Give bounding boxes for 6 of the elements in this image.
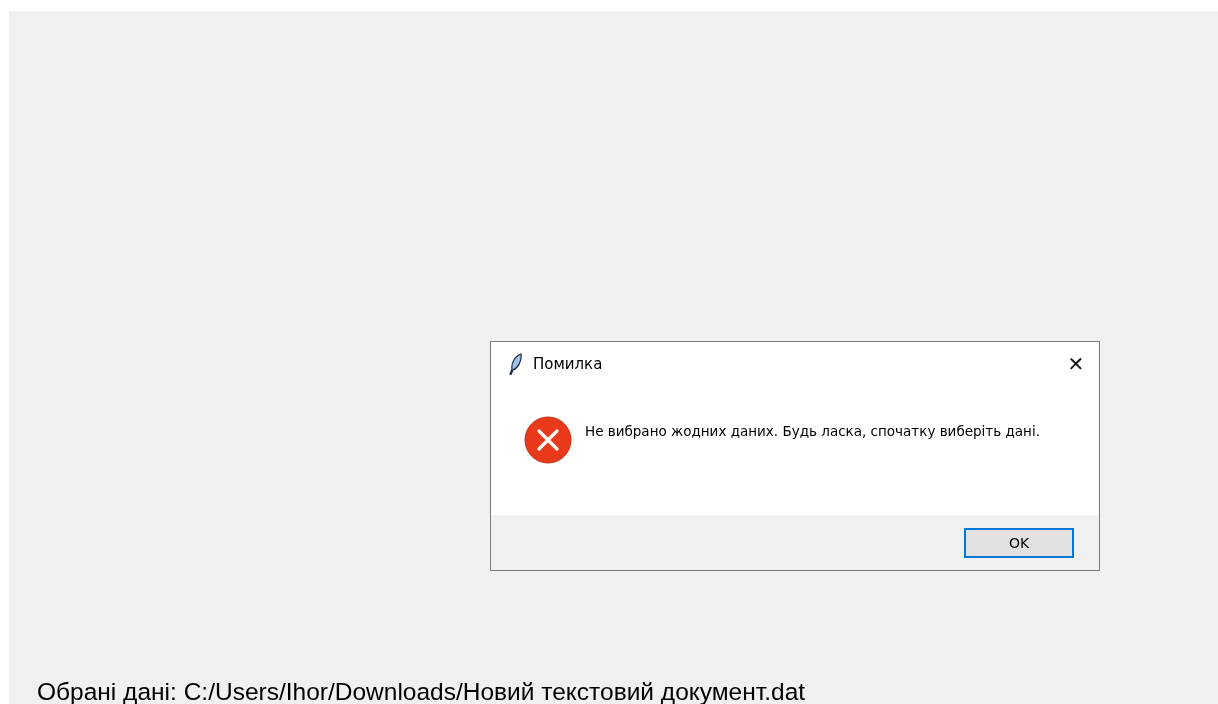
close-button[interactable]: ✕ — [1053, 342, 1099, 385]
error-message: Не вибрано жодних даних. Будь ласка, спочатку виберіть дані. — [585, 422, 1040, 440]
ok-button[interactable]: OK — [964, 527, 1074, 558]
feather-icon — [509, 352, 523, 375]
error-icon — [524, 416, 572, 464]
dialog-title: Помилка — [533, 354, 604, 373]
